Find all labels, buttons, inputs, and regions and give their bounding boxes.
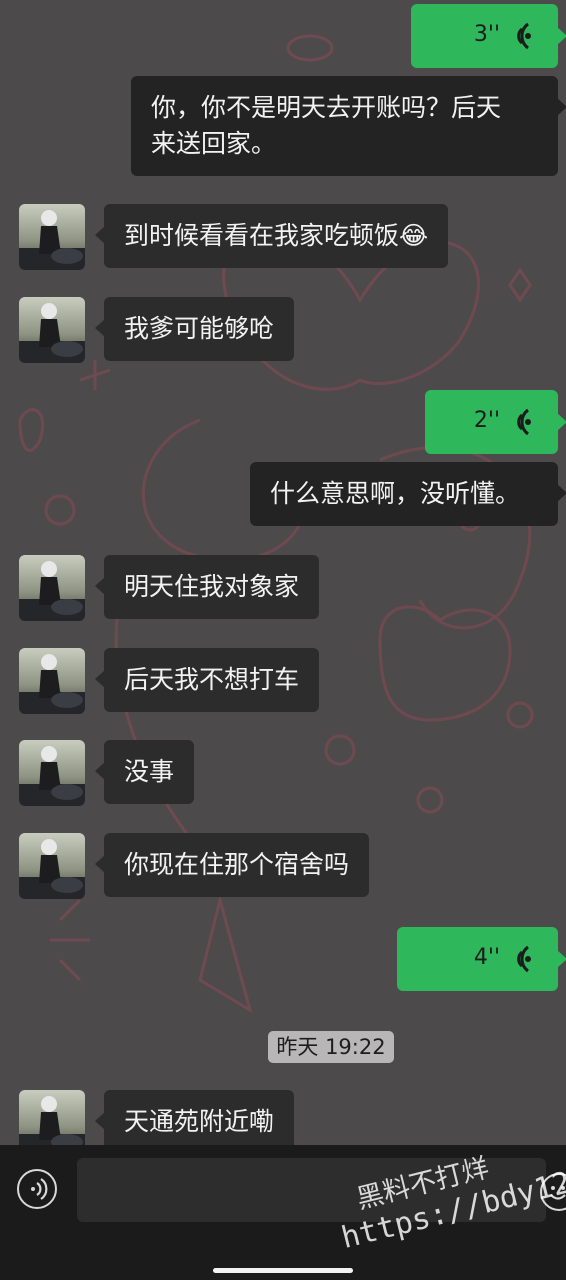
message-text: 到时候看看在我家吃顿饭 <box>124 221 400 250</box>
voice-wave-icon <box>517 945 531 973</box>
voice-input-button[interactable] <box>17 1169 57 1209</box>
message-text: 什么意思啊，没听懂。 <box>270 479 521 508</box>
voice-message[interactable]: 2'' <box>425 390 566 454</box>
message-text: 天通苑附近嘞 <box>124 1107 275 1136</box>
voice-message[interactable]: 4'' <box>397 927 566 991</box>
voice-duration: 4'' <box>473 945 500 970</box>
incoming-message[interactable]: 后天我不想打车 <box>94 648 320 712</box>
message-text: 我爹可能够呛 <box>124 314 275 343</box>
outgoing-message[interactable]: 什么意思啊，没听懂。 <box>250 462 566 526</box>
incoming-message[interactable]: 明天住我对象家 <box>94 555 320 619</box>
message-text: 没事 <box>124 757 175 786</box>
avatar[interactable] <box>19 740 85 806</box>
voice-input-icon <box>31 1178 48 1200</box>
avatar[interactable] <box>19 297 85 363</box>
message-text-line: 来送回家。 <box>151 129 277 158</box>
avatar[interactable] <box>19 1090 85 1145</box>
avatar[interactable] <box>19 204 85 270</box>
avatar[interactable] <box>19 833 85 899</box>
incoming-message[interactable]: 到时候看看在我家吃顿饭😂 <box>94 204 449 268</box>
home-indicator[interactable] <box>213 1268 353 1273</box>
voice-duration: 3'' <box>473 22 500 47</box>
outgoing-message[interactable]: 你，你不是明天去开账吗？后天 来送回家。 <box>131 76 566 176</box>
laughing-emoji: 😂 <box>399 221 429 250</box>
timestamp: 昨天 19:22 <box>268 1031 394 1063</box>
voice-duration: 2'' <box>473 408 500 433</box>
voice-wave-icon <box>517 22 531 50</box>
voice-wave-icon <box>517 408 531 436</box>
message-list[interactable]: 3'' 你，你不是明天去开账吗？后天 来送回家。 到时候看看在我家吃顿饭😂 我爹… <box>0 0 566 1145</box>
voice-message[interactable]: 3'' <box>411 4 566 68</box>
message-text: 你现在住那个宿舍吗 <box>124 850 350 879</box>
avatar[interactable] <box>19 555 85 621</box>
incoming-message[interactable]: 没事 <box>94 740 195 804</box>
incoming-message[interactable]: 天通苑附近嘞 <box>94 1090 295 1145</box>
incoming-message[interactable]: 我爹可能够呛 <box>94 297 295 361</box>
incoming-message[interactable]: 你现在住那个宿舍吗 <box>94 833 370 897</box>
message-text-line: 你，你不是明天去开账吗？后天 <box>151 93 502 122</box>
avatar[interactable] <box>19 648 85 714</box>
message-text: 明天住我对象家 <box>124 572 300 601</box>
message-text: 后天我不想打车 <box>124 665 300 694</box>
